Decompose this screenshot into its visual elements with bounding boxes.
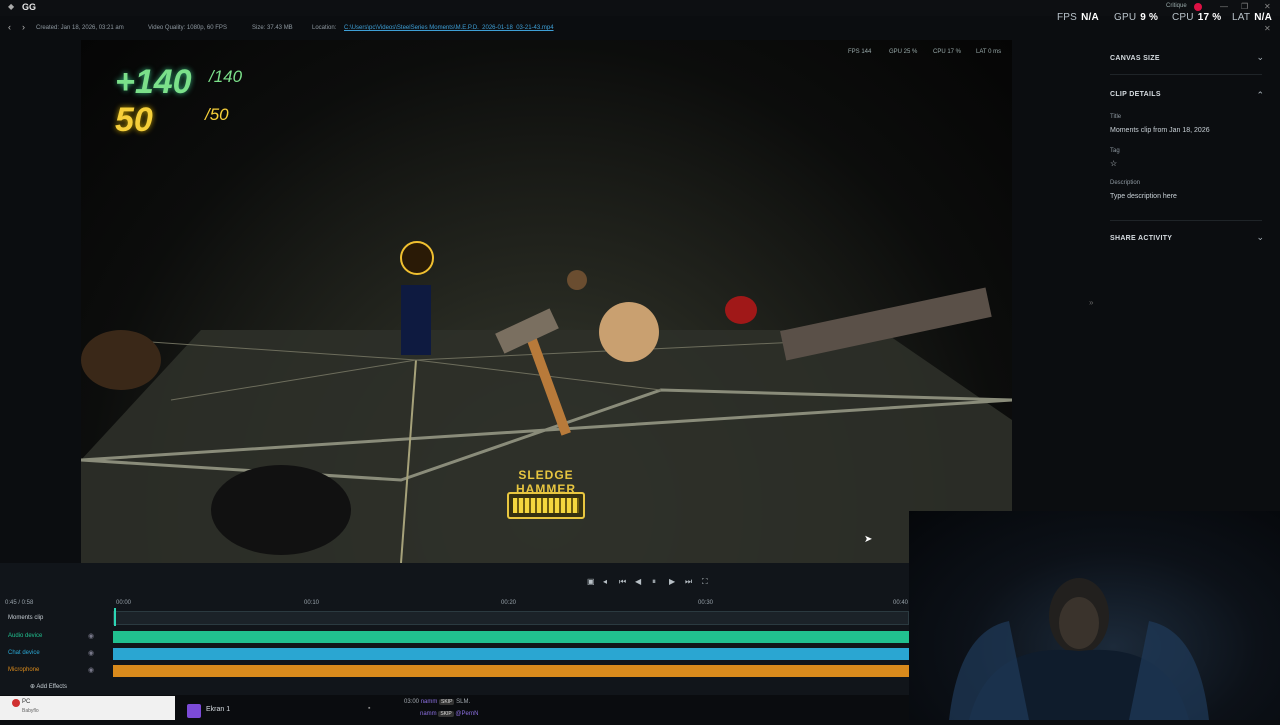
lat-stat: LAT N/A: [1232, 12, 1273, 23]
taskbar: PC Babyflo Ekran 1 ▪ 03:00 namm SKIP SLM…: [0, 695, 909, 720]
location-label: Location:: [312, 25, 337, 31]
description-field[interactable]: Type description here: [1110, 193, 1177, 200]
skip-start-icon[interactable]: ⏮: [619, 577, 626, 587]
divider: [1110, 220, 1262, 221]
video-track[interactable]: [113, 611, 909, 625]
cpu-stat: CPU 17 %: [1172, 12, 1222, 23]
divider: [1110, 74, 1262, 75]
overlay-cpu: CPU 17 %: [933, 49, 962, 55]
add-effects-button[interactable]: ⊕ Add Effects: [30, 683, 67, 690]
tick-label: 00:20: [501, 600, 517, 606]
step-forward-icon[interactable]: ▶: [669, 577, 675, 586]
overlay-fps: FPS 144: [848, 49, 872, 55]
pc-item[interactable]: PC Babyflo: [0, 696, 175, 720]
side-panel: CANVAS SIZE ⌄ CLIP DETAILS ⌃ Title Momen…: [1100, 40, 1270, 510]
pc-label: PC: [22, 699, 31, 705]
weapon-durability-fill: [513, 498, 579, 513]
energy-max: /50: [205, 105, 229, 124]
quality-text: Video Quality: 1080p, 60 FPS: [148, 25, 227, 31]
status-dot: [12, 699, 20, 707]
forward-icon[interactable]: ›: [22, 22, 25, 32]
back-icon[interactable]: ‹: [8, 22, 11, 32]
clip-icon[interactable]: ▣: [587, 577, 595, 586]
webcam-overlay: [909, 511, 1280, 720]
gpu-stat: GPU 9 %: [1114, 12, 1159, 23]
fps-stat: FPS N/A: [1057, 12, 1099, 23]
avatar[interactable]: [1194, 3, 1202, 11]
title-field[interactable]: Moments clip from Jan 18, 2026: [1110, 127, 1210, 134]
chevron-down-icon[interactable]: ⌄: [1256, 52, 1264, 63]
mute-icon[interactable]: ◉: [88, 649, 94, 657]
created-text: Created: Jan 18, 2026, 03:21 am: [36, 25, 124, 31]
microphone-track[interactable]: [113, 665, 909, 677]
canvas-size-header[interactable]: CANVAS SIZE: [1110, 55, 1160, 62]
skip-end-icon[interactable]: ⏭: [685, 577, 692, 587]
overlay-gpu: GPU 25 %: [889, 49, 918, 55]
mute-icon[interactable]: ◉: [88, 666, 94, 674]
chat-icon[interactable]: ▪: [368, 705, 370, 712]
fullscreen-icon[interactable]: ⛶: [702, 577, 708, 587]
size-text: Size: 37.43 MB: [252, 25, 293, 31]
description-label: Description: [1110, 180, 1141, 186]
restore-icon[interactable]: ❐: [1241, 2, 1248, 11]
window-label[interactable]: Ekran 1: [206, 706, 230, 713]
clip-info-row: ‹ › Created: Jan 18, 2026, 03:21 am Vide…: [0, 20, 1000, 36]
location-link[interactable]: C:\Users\pc\Videos\SteelSeries Moments\M…: [344, 25, 554, 31]
volume-icon[interactable]: ◂: [603, 577, 607, 586]
minimize-icon[interactable]: —: [1220, 2, 1228, 11]
app-menu-icon[interactable]: ◆: [8, 2, 14, 11]
pc-sublabel: Babyflo: [22, 708, 39, 714]
chat-device-track[interactable]: [113, 648, 909, 660]
track-name: Chat device: [8, 650, 40, 656]
overlay-lat: LAT 0 ms: [976, 49, 1002, 55]
mute-icon[interactable]: ◉: [88, 632, 94, 640]
title-label: Title: [1110, 114, 1122, 120]
weapon-durability-bar: [507, 492, 585, 519]
chat-line: namm SKIP @PernN: [420, 711, 479, 717]
audio-device-track[interactable]: [113, 631, 909, 643]
chevron-down-icon[interactable]: ⌄: [1256, 232, 1264, 243]
add-effects-label: Add Effects: [36, 684, 67, 690]
tick-label: 00:10: [304, 600, 320, 606]
tick-label: 00:40: [893, 600, 909, 606]
video-player[interactable]: FPS 144 GPU 25 % CPU 17 % LAT 0 ms +140 …: [81, 40, 1012, 563]
user-name[interactable]: Critique: [1166, 3, 1187, 9]
tag-label: Tag: [1110, 148, 1120, 154]
playhead[interactable]: [114, 608, 116, 626]
star-icon[interactable]: ☆: [1110, 159, 1117, 168]
webcam-person: [949, 578, 1209, 720]
tick-label: 00:30: [698, 600, 714, 606]
mouse-cursor-icon: ➤: [864, 534, 873, 545]
twitch-icon: [187, 704, 201, 718]
tick-label: 00:00: [116, 600, 132, 606]
close-icon[interactable]: ✕: [1264, 2, 1271, 11]
track-name: Audio device: [8, 633, 43, 639]
health-value: +140: [115, 63, 192, 101]
chat-line: 03:00 namm SKIP SLM.: [404, 699, 471, 705]
track-name: Microphone: [8, 667, 40, 673]
close-clip-icon[interactable]: ✕: [1264, 24, 1271, 33]
timeline-editor: ▣ ◂ ⏮ ◀ ⏸ ▶ ⏭ ⛶ 0:45 / 0:58 00:00 00:10 …: [0, 563, 909, 695]
track-name: Moments clip: [8, 615, 44, 621]
share-activity-header[interactable]: SHARE ACTIVITY: [1110, 235, 1172, 242]
energy-value: 50: [115, 101, 153, 139]
step-back-icon[interactable]: ◀: [635, 577, 641, 586]
collapse-panel-icon[interactable]: »: [1089, 298, 1093, 307]
chevron-up-icon[interactable]: ⌃: [1256, 90, 1264, 101]
playback-position: 0:45 / 0:58: [5, 600, 34, 606]
clip-details-header[interactable]: CLIP DETAILS: [1110, 91, 1161, 98]
pause-icon[interactable]: ⏸: [652, 577, 656, 587]
app-title: GG: [22, 2, 37, 12]
health-max: /140: [209, 67, 243, 86]
